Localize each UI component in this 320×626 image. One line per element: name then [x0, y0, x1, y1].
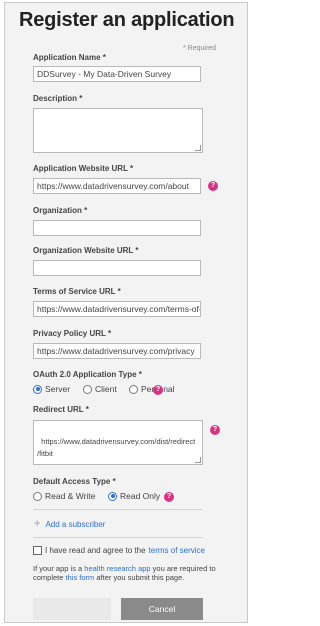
resize-handle-icon[interactable] — [195, 145, 201, 151]
org-website-url-input[interactable] — [33, 260, 201, 276]
radio-checked-icon — [33, 384, 42, 394]
redirect-url-label: Redirect URL * — [33, 405, 89, 414]
access-read-write-radio[interactable]: Read & Write — [33, 491, 95, 501]
tos-url-input[interactable]: https://www.datadrivensurvey.com/terms-o… — [33, 301, 201, 317]
add-subscriber-link[interactable]: + Add a subscriber — [34, 518, 106, 530]
access-read-write-label: Read & Write — [45, 491, 96, 501]
this-form-link[interactable]: this form — [66, 573, 95, 582]
privacy-url-label: Privacy Policy URL * — [33, 329, 112, 338]
radio-unchecked-icon — [33, 491, 42, 501]
divider — [33, 537, 203, 538]
health-research-app-link[interactable]: health research app — [84, 564, 150, 573]
tos-url-label: Terms of Service URL * — [33, 287, 121, 296]
website-url-label: Application Website URL * — [33, 164, 134, 173]
terms-of-service-link[interactable]: terms of service — [149, 546, 205, 555]
health-research-note: If your app is a health research app you… — [33, 564, 223, 582]
app-name-label: Application Name * — [33, 53, 106, 62]
oauth-type-label: OAuth 2.0 Application Type * — [33, 370, 142, 379]
help-icon[interactable]: ? — [164, 492, 174, 502]
cancel-button[interactable]: Cancel — [121, 598, 203, 620]
register-button[interactable]: Register — [33, 598, 111, 620]
agree-row: I have read and agree to the terms of se… — [33, 546, 205, 555]
resize-handle-icon[interactable] — [195, 457, 201, 463]
plus-icon: + — [34, 518, 41, 530]
note-text: after you submit this page. — [94, 573, 185, 582]
required-note: * Required — [183, 45, 217, 52]
privacy-url-input[interactable]: https://www.datadrivensurvey.com/privacy — [33, 343, 201, 359]
radio-unchecked-icon — [129, 384, 138, 394]
help-icon[interactable]: ? — [210, 425, 220, 435]
oauth-client-label: Client — [95, 384, 117, 394]
help-icon[interactable]: ? — [208, 181, 218, 191]
oauth-server-label: Server — [45, 384, 71, 394]
org-website-url-label: Organization Website URL * — [33, 246, 139, 255]
redirect-url-value: https://www.datadrivensurvey.com/dist/re… — [37, 437, 196, 458]
organization-label: Organization * — [33, 206, 88, 215]
website-url-input[interactable]: https://www.datadrivensurvey.com/about — [33, 178, 201, 194]
oauth-server-radio[interactable]: Server — [33, 384, 70, 394]
app-name-input[interactable]: DDSurvey - My Data-Driven Survey — [33, 66, 201, 82]
agree-text: I have read and agree to the — [45, 546, 146, 555]
description-textarea[interactable] — [33, 108, 203, 153]
description-label: Description * — [33, 94, 83, 103]
oauth-personal-radio[interactable]: Personal — [129, 384, 175, 394]
add-subscriber-label: Add a subscriber — [45, 519, 106, 529]
oauth-type-group: Server Client Personal — [33, 384, 213, 396]
organization-input[interactable] — [33, 220, 201, 236]
access-type-label: Default Access Type * — [33, 477, 116, 486]
access-read-only-radio[interactable]: Read Only — [108, 491, 160, 501]
radio-checked-icon — [108, 491, 117, 501]
agree-checkbox[interactable] — [33, 546, 42, 555]
help-icon[interactable]: ? — [153, 385, 163, 395]
divider — [33, 509, 203, 510]
radio-unchecked-icon — [83, 384, 92, 394]
page-title: Register an application — [19, 9, 235, 31]
redirect-url-textarea[interactable]: https://www.datadrivensurvey.com/dist/re… — [33, 420, 203, 465]
note-text: If your app is a — [33, 564, 85, 573]
oauth-client-radio[interactable]: Client — [83, 384, 117, 394]
access-read-only-label: Read Only — [120, 491, 161, 501]
